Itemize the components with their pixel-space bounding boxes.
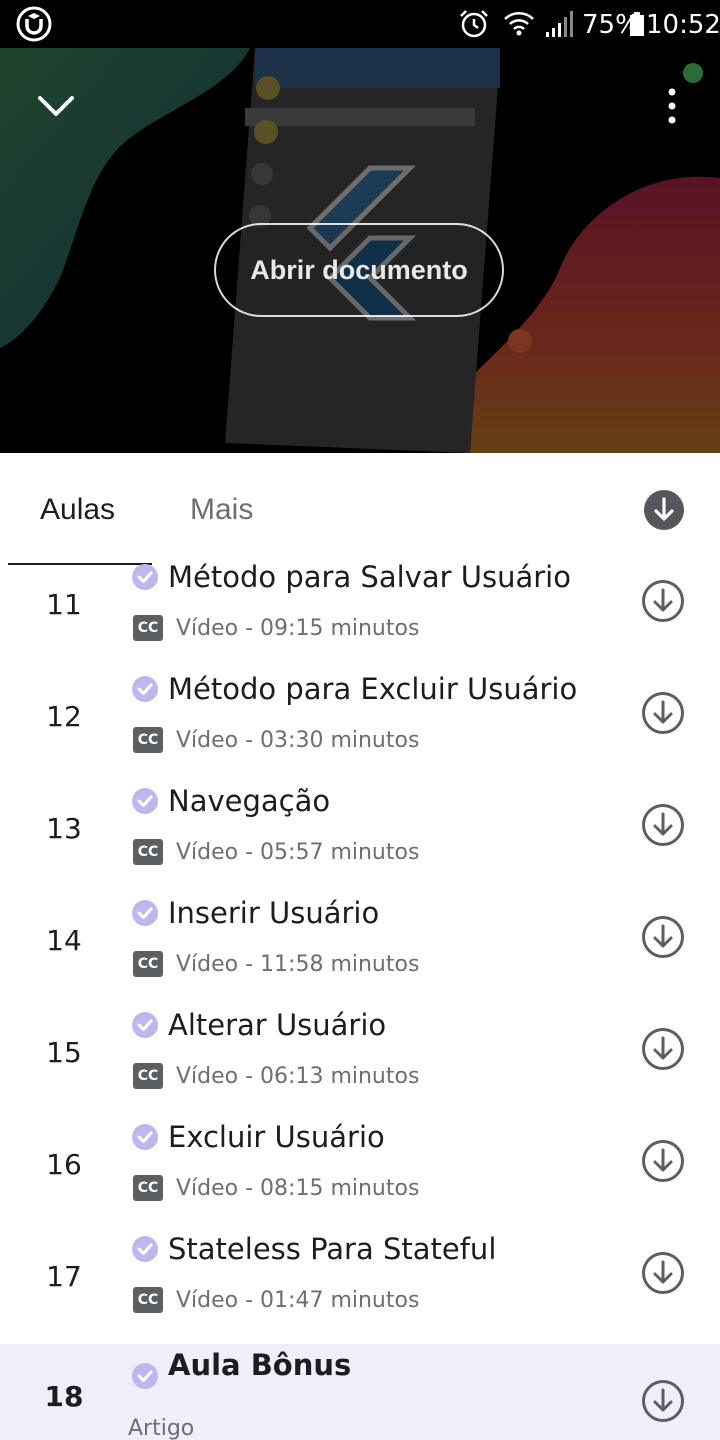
lesson-number: 17 bbox=[46, 1260, 82, 1293]
closed-captions-icon: CC bbox=[133, 839, 163, 865]
download-circle-icon[interactable] bbox=[641, 1139, 685, 1183]
lesson-meta: Vídeo - 01:47 minutos bbox=[176, 1288, 420, 1313]
lesson-meta: Vídeo - 03:30 minutos bbox=[176, 728, 420, 753]
lesson-item[interactable]: 14 Inserir Usuário CC Vídeo - 11:58 minu… bbox=[0, 896, 720, 1008]
lesson-item[interactable]: 11 Método para Salvar Usuário CC Vídeo -… bbox=[0, 560, 720, 672]
open-document-button[interactable]: Abrir documento bbox=[214, 223, 504, 317]
closed-captions-icon: CC bbox=[133, 951, 163, 977]
lesson-meta: Vídeo - 06:13 minutos bbox=[176, 1064, 420, 1089]
lesson-list: 11 Método para Salvar Usuário CC Vídeo -… bbox=[0, 560, 720, 1440]
check-circle-icon bbox=[132, 1236, 158, 1262]
check-circle-icon bbox=[132, 564, 158, 590]
lesson-meta: Vídeo - 11:58 minutos bbox=[176, 952, 420, 977]
closed-captions-icon: CC bbox=[133, 727, 163, 753]
lesson-meta: Vídeo - 05:57 minutos bbox=[176, 840, 420, 865]
udemy-logo-icon bbox=[16, 6, 52, 42]
status-bar: 75% 10:52 bbox=[0, 0, 720, 48]
lesson-title: Navegação bbox=[168, 784, 331, 818]
download-circle-icon[interactable] bbox=[641, 1379, 685, 1423]
closed-captions-icon: CC bbox=[133, 615, 163, 641]
lesson-title: Aula Bônus bbox=[168, 1348, 352, 1382]
wifi-icon bbox=[504, 12, 534, 36]
lesson-title: Método para Excluir Usuário bbox=[168, 672, 578, 706]
more-vertical-icon[interactable] bbox=[656, 84, 688, 128]
lesson-number: 18 bbox=[44, 1380, 84, 1413]
lesson-number: 14 bbox=[46, 924, 82, 957]
battery-icon bbox=[630, 12, 644, 36]
lesson-item[interactable]: 15 Alterar Usuário CC Vídeo - 06:13 minu… bbox=[0, 1008, 720, 1120]
download-all-icon[interactable] bbox=[643, 489, 685, 531]
lesson-item[interactable]: 12 Método para Excluir Usuário CC Vídeo … bbox=[0, 672, 720, 784]
check-circle-icon bbox=[132, 1012, 158, 1038]
lesson-meta: Vídeo - 09:15 minutos bbox=[176, 616, 420, 641]
closed-captions-icon: CC bbox=[133, 1175, 163, 1201]
alarm-icon bbox=[460, 10, 488, 38]
download-circle-icon[interactable] bbox=[641, 1251, 685, 1295]
lesson-item[interactable]: 17 Stateless Para Stateful CC Vídeo - 01… bbox=[0, 1232, 720, 1344]
lesson-title: Método para Salvar Usuário bbox=[168, 560, 571, 594]
signal-icon bbox=[546, 11, 573, 37]
download-circle-icon[interactable] bbox=[641, 579, 685, 623]
lesson-number: 12 bbox=[46, 700, 82, 733]
tab-lessons[interactable]: Aulas bbox=[40, 493, 115, 527]
lesson-title: Excluir Usuário bbox=[168, 1120, 385, 1154]
download-circle-icon[interactable] bbox=[641, 691, 685, 735]
lesson-item-current[interactable]: 18 Aula Bônus Artigo bbox=[0, 1344, 720, 1440]
lesson-title: Stateless Para Stateful bbox=[168, 1232, 497, 1266]
check-circle-icon bbox=[132, 1363, 158, 1389]
tab-more[interactable]: Mais bbox=[190, 493, 253, 527]
lesson-number: 13 bbox=[46, 812, 82, 845]
closed-captions-icon: CC bbox=[133, 1063, 163, 1089]
lesson-meta: Artigo bbox=[128, 1416, 195, 1440]
download-circle-icon[interactable] bbox=[641, 1027, 685, 1071]
check-circle-icon bbox=[132, 676, 158, 702]
document-preview[interactable]: Abrir documento bbox=[0, 48, 720, 453]
download-circle-icon[interactable] bbox=[641, 915, 685, 959]
lesson-title: Inserir Usuário bbox=[168, 896, 380, 930]
check-circle-icon bbox=[132, 900, 158, 926]
lesson-item[interactable]: 13 Navegação CC Vídeo - 05:57 minutos bbox=[0, 784, 720, 896]
check-circle-icon bbox=[132, 788, 158, 814]
closed-captions-icon: CC bbox=[133, 1287, 163, 1313]
lesson-title: Alterar Usuário bbox=[168, 1008, 387, 1042]
check-circle-icon bbox=[132, 1124, 158, 1150]
lesson-number: 11 bbox=[46, 588, 82, 621]
lesson-number: 15 bbox=[46, 1036, 82, 1069]
clock: 10:52 bbox=[646, 10, 720, 40]
download-circle-icon[interactable] bbox=[641, 803, 685, 847]
chevron-down-icon[interactable] bbox=[30, 86, 82, 126]
lesson-item[interactable]: 16 Excluir Usuário CC Vídeo - 08:15 minu… bbox=[0, 1120, 720, 1232]
lesson-meta: Vídeo - 08:15 minutos bbox=[176, 1176, 420, 1201]
lesson-number: 16 bbox=[46, 1148, 82, 1181]
tab-bar: Aulas Mais bbox=[0, 453, 720, 565]
